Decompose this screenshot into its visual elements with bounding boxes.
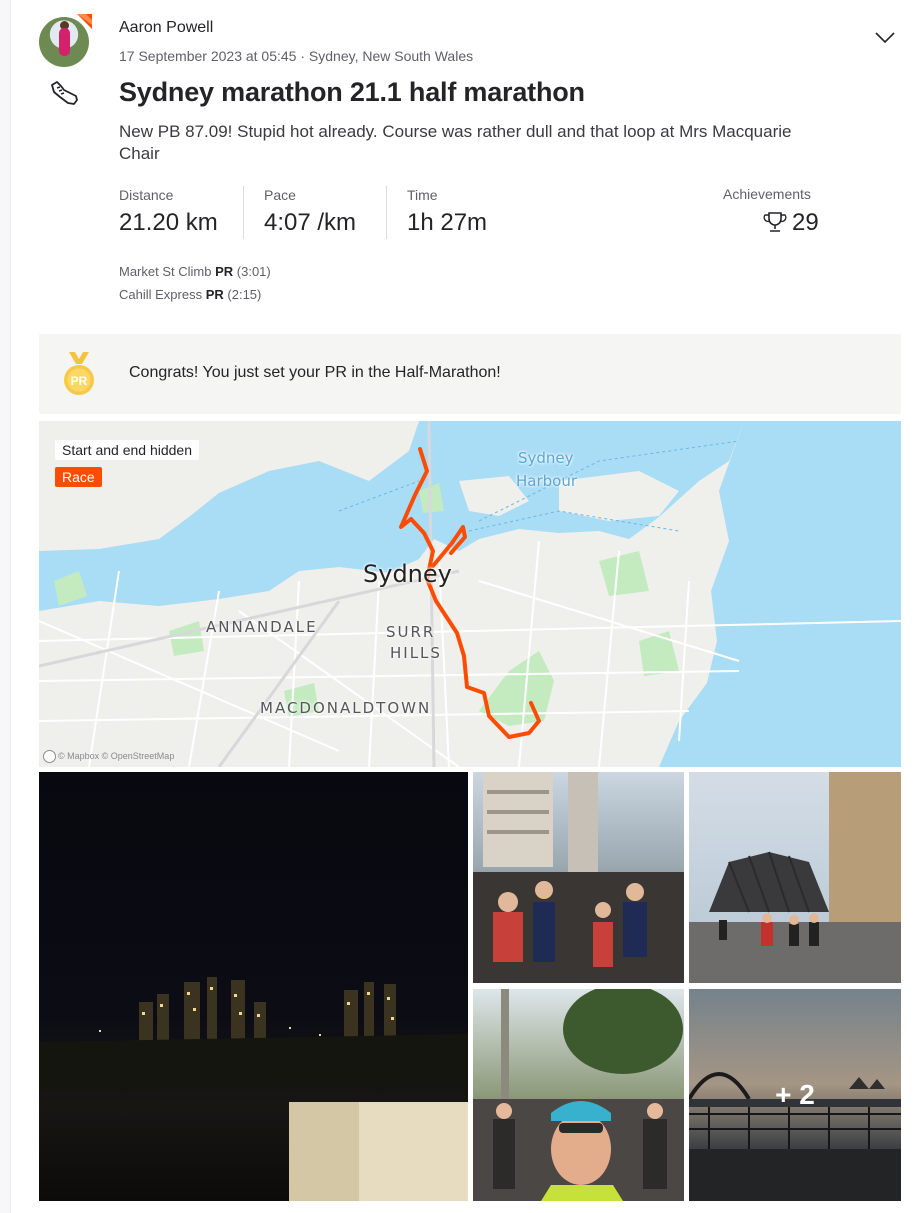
map-canvas [39,421,901,767]
map-attribution: © Mapbox © OpenStreetMap [58,751,175,761]
avatar-figure-body [59,28,70,56]
trophy-icon [763,212,787,232]
athlete-name[interactable]: Aaron Powell [119,19,213,37]
mapbox-logo-icon [43,750,56,763]
activity-datetime: 17 September 2023 at 05:45 [119,48,297,64]
start-end-hidden-pill: Start and end hidden [55,440,199,460]
meta-separator: · [300,48,309,64]
map-label-surry-line2: HILLS [390,644,442,662]
photo-city-night[interactable] [39,772,468,1201]
segment-pr[interactable]: Cahill Express PR (2:15) [119,287,261,302]
subscriber-badge-icon [77,14,92,29]
congrats-text: Congrats! You just set your PR in the Ha… [129,364,501,381]
map-label-surry-line1: SURR [386,623,436,641]
photo-race-start-crowd-image [473,772,684,983]
activity-title[interactable]: Sydney marathon 21.1 half marathon [119,77,585,108]
activity-description: New PB 87.09! Stupid hot already. Course… [119,122,792,163]
photo-runner-selfie-image [473,989,684,1201]
stat-distance-value: 21.20 km [119,209,218,236]
more-photos-overlay[interactable]: + 2 [689,989,901,1201]
stat-pace-label: Pace [264,187,296,203]
achievements-count[interactable]: 29 [792,209,819,237]
activity-location: Sydney, New South Wales [308,48,474,64]
photo-city-night-image [39,977,468,1201]
segment-pr[interactable]: Market St Climb PR (3:01) [119,264,271,279]
race-tag: Race [55,467,102,487]
photo-bridge-runners-image [689,772,901,983]
pr-badge: PR [215,264,234,279]
pr-badge: PR [205,287,224,302]
segment-time: (2:15) [227,287,262,302]
route-map[interactable] [39,421,901,767]
map-label-sydney: Sydney [363,560,452,588]
left-sidebar-edge [0,0,11,1213]
activity-meta: 17 September 2023 at 05:45 · Sydney, New… [119,48,473,64]
photo-runner-selfie[interactable] [473,989,684,1201]
map-label-annandale: ANNANDALE [206,618,318,636]
map-label-harbour-line2: Harbour [516,472,578,490]
map-label-macdonaldtown: MACDONALDTOWN [260,699,432,717]
photo-bridge-runners[interactable] [689,772,901,983]
map-label-harbour-line1: Sydney [518,449,574,467]
stat-distance-label: Distance [119,187,174,203]
stat-pace-value: 4:07 /km [264,209,357,236]
photo-race-start-crowd[interactable] [473,772,684,983]
running-shoe-icon [51,81,78,105]
stat-divider [386,186,387,239]
achievements-label: Achievements [723,186,811,202]
segment-name: Cahill Express [119,287,203,302]
chevron-down-icon[interactable] [874,29,896,45]
segment-time: (3:01) [236,264,271,279]
stat-time-value: 1h 27m [407,209,488,236]
pr-medal-text: PR [71,374,88,388]
stat-divider [243,186,244,239]
segment-name: Market St Climb [119,264,212,279]
pr-medal-icon: PR [64,352,94,395]
stat-time-label: Time [407,187,438,203]
